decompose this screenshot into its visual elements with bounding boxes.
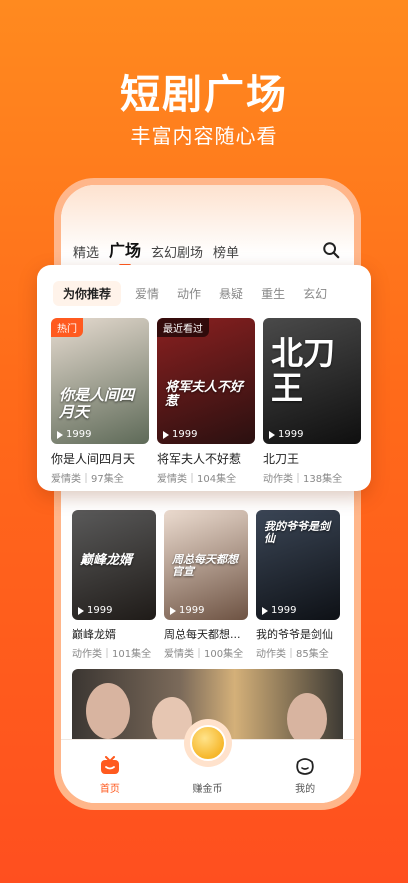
drama-meta: 爱情类｜97集全 (51, 474, 124, 485)
home-tv-icon (100, 756, 119, 774)
poster-title-art: 我的爷爷是剑仙 (264, 520, 330, 546)
drama-poster: 周总每天都想官宣 1999 (164, 510, 248, 620)
hot-badge: 热门 (51, 318, 83, 337)
category-recommend[interactable]: 为你推荐 (53, 281, 122, 306)
drama-title: 你是人间四月天 (51, 452, 136, 466)
category-tabs: 为你推荐 爱情 动作 悬疑 重生 玄幻 (37, 265, 371, 306)
play-count-value: 1999 (66, 429, 92, 440)
play-icon (163, 430, 169, 439)
nav-home-label: 首页 (99, 784, 120, 795)
play-count: 1999 (57, 429, 91, 440)
play-icon (262, 606, 268, 615)
tab-selected[interactable]: 精选 (73, 242, 99, 267)
featured-row: 热门 你是人间四月天 1999 你是人间四月天 爱情类｜97集全 最近看过 将军… (37, 306, 371, 485)
play-icon (78, 606, 84, 615)
category-rebirth[interactable]: 重生 (261, 285, 285, 302)
drama-meta: 爱情类｜104集全 (157, 474, 237, 485)
hero-subtitle: 丰富内容随心看 (130, 124, 278, 148)
poster-title-art: 巅峰龙婿 (80, 553, 133, 568)
drama-meta: 动作类｜138集全 (263, 474, 343, 485)
category-action[interactable]: 动作 (177, 285, 201, 302)
play-count: 1999 (269, 429, 303, 440)
drama-card[interactable]: 周总每天都想官宣 1999 周总每天都想... 爱情类｜100集全 (164, 510, 248, 660)
play-count: 1999 (170, 605, 204, 616)
drama-poster: 最近看过 将军夫人不好惹 1999 (157, 318, 255, 444)
nav-earn-label: 赚金币 (192, 784, 223, 795)
nav-me[interactable]: 我的 (275, 756, 335, 795)
drama-poster: 巅峰龙婿 1999 (72, 510, 156, 620)
poster-title-art: 北刀王 (271, 333, 336, 407)
drama-card[interactable]: 巅峰龙婿 1999 巅峰龙婿 动作类｜101集全 (72, 510, 156, 660)
nav-home[interactable]: 首页 (80, 756, 140, 795)
drama-poster: 热门 你是人间四月天 1999 (51, 318, 149, 444)
nav-me-label: 我的 (295, 784, 316, 795)
drama-title: 巅峰龙婿 (72, 628, 116, 641)
play-count-value: 1999 (179, 605, 205, 616)
drama-card[interactable]: 最近看过 将军夫人不好惹 1999 将军夫人不好惹 爱情类｜104集全 (157, 318, 255, 485)
play-count-value: 1999 (172, 429, 198, 440)
play-icon (170, 606, 176, 615)
category-fantasy[interactable]: 玄幻 (303, 285, 327, 302)
play-count-value: 1999 (271, 605, 297, 616)
play-count: 1999 (262, 605, 296, 616)
poster-title-art: 将军夫人不好惹 (165, 380, 244, 410)
drama-title: 将军夫人不好惹 (157, 452, 242, 466)
drama-meta: 动作类｜101集全 (72, 649, 152, 660)
actor-face (86, 683, 130, 739)
search-icon[interactable] (322, 241, 340, 259)
profile-face-icon (296, 758, 314, 775)
drama-meta: 动作类｜85集全 (256, 649, 329, 660)
earn-coin-button[interactable] (183, 719, 232, 767)
category-suspense[interactable]: 悬疑 (219, 285, 243, 302)
hero-title: 短剧广场 (120, 72, 288, 118)
play-icon (269, 430, 275, 439)
drama-card[interactable]: 北刀王 1999 北刀王 动作类｜138集全 (263, 318, 361, 485)
poster-title-art: 你是人间四月天 (59, 386, 135, 421)
tab-ranking[interactable]: 榜单 (213, 242, 239, 267)
play-count-value: 1999 (87, 605, 113, 616)
drama-meta: 爱情类｜100集全 (164, 649, 244, 660)
poster-title-art: 周总每天都想官宣 (172, 553, 238, 579)
drama-card[interactable]: 我的爷爷是剑仙 1999 我的爷爷是剑仙 动作类｜85集全 (256, 510, 340, 660)
top-tabs: 精选 广场 玄幻剧场 榜单 (73, 237, 342, 267)
play-icon (57, 430, 63, 439)
actor-face (287, 693, 327, 745)
play-count-value: 1999 (278, 429, 304, 440)
play-count: 1999 (163, 429, 197, 440)
drama-title: 我的爷爷是剑仙 (256, 628, 333, 641)
drama-poster: 北刀王 1999 (263, 318, 361, 444)
play-count: 1999 (78, 605, 112, 616)
recent-badge: 最近看过 (157, 318, 209, 337)
drama-grid-row: 巅峰龙婿 1999 巅峰龙婿 动作类｜101集全 周总每天都想官宣 1999 周… (72, 510, 343, 660)
drama-title: 北刀王 (263, 452, 300, 466)
drama-card[interactable]: 热门 你是人间四月天 1999 你是人间四月天 爱情类｜97集全 (51, 318, 149, 485)
tab-square[interactable]: 广场 (109, 237, 141, 267)
tab-fantasy-theater[interactable]: 玄幻剧场 (151, 242, 203, 267)
category-romance[interactable]: 爱情 (135, 285, 159, 302)
drama-poster: 我的爷爷是剑仙 1999 (256, 510, 340, 620)
drama-title: 周总每天都想... (164, 628, 241, 641)
gold-coin-icon (189, 725, 226, 761)
recommend-card: 为你推荐 爱情 动作 悬疑 重生 玄幻 热门 你是人间四月天 1999 你是人间… (37, 265, 371, 491)
